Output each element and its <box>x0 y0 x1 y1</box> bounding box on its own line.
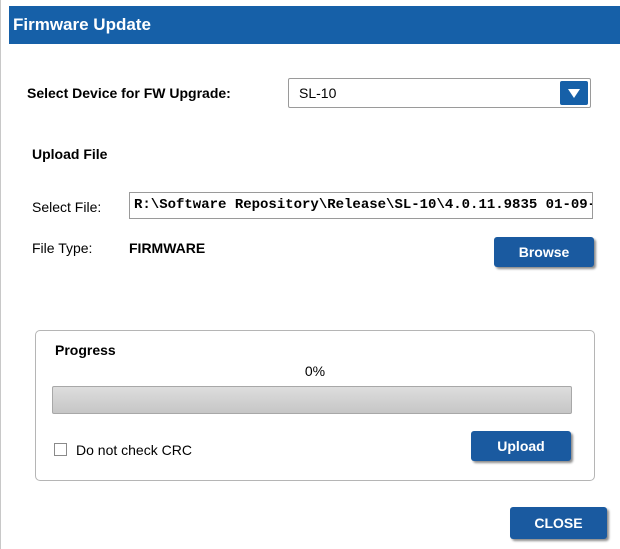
upload-button[interactable]: Upload <box>471 431 571 461</box>
browse-button[interactable]: Browse <box>494 237 594 267</box>
device-select-value: SL-10 <box>299 85 337 101</box>
device-select-label: Select Device for FW Upgrade: <box>27 85 231 101</box>
file-type-label: File Type: <box>32 240 93 256</box>
dialog-title: Firmware Update <box>9 6 620 44</box>
chevron-down-icon <box>568 89 580 98</box>
file-type-value: FIRMWARE <box>129 240 206 256</box>
device-select[interactable]: SL-10 <box>288 78 591 108</box>
progress-panel: Progress 0% Do not check CRC Upload <box>35 330 595 481</box>
close-button[interactable]: CLOSE <box>510 507 607 539</box>
upload-file-heading: Upload File <box>32 146 108 162</box>
progress-bar <box>52 386 572 414</box>
dropdown-button[interactable] <box>560 81 588 105</box>
progress-percent: 0% <box>304 363 326 379</box>
crc-checkbox[interactable] <box>54 443 67 456</box>
firmware-update-dialog: Firmware Update Select Device for FW Upg… <box>0 0 620 549</box>
progress-heading: Progress <box>55 342 116 358</box>
select-file-label: Select File: <box>32 199 102 215</box>
file-path-field[interactable]: R:\Software Repository\Release\SL-10\4.0… <box>129 192 593 219</box>
crc-checkbox-label: Do not check CRC <box>76 442 192 458</box>
